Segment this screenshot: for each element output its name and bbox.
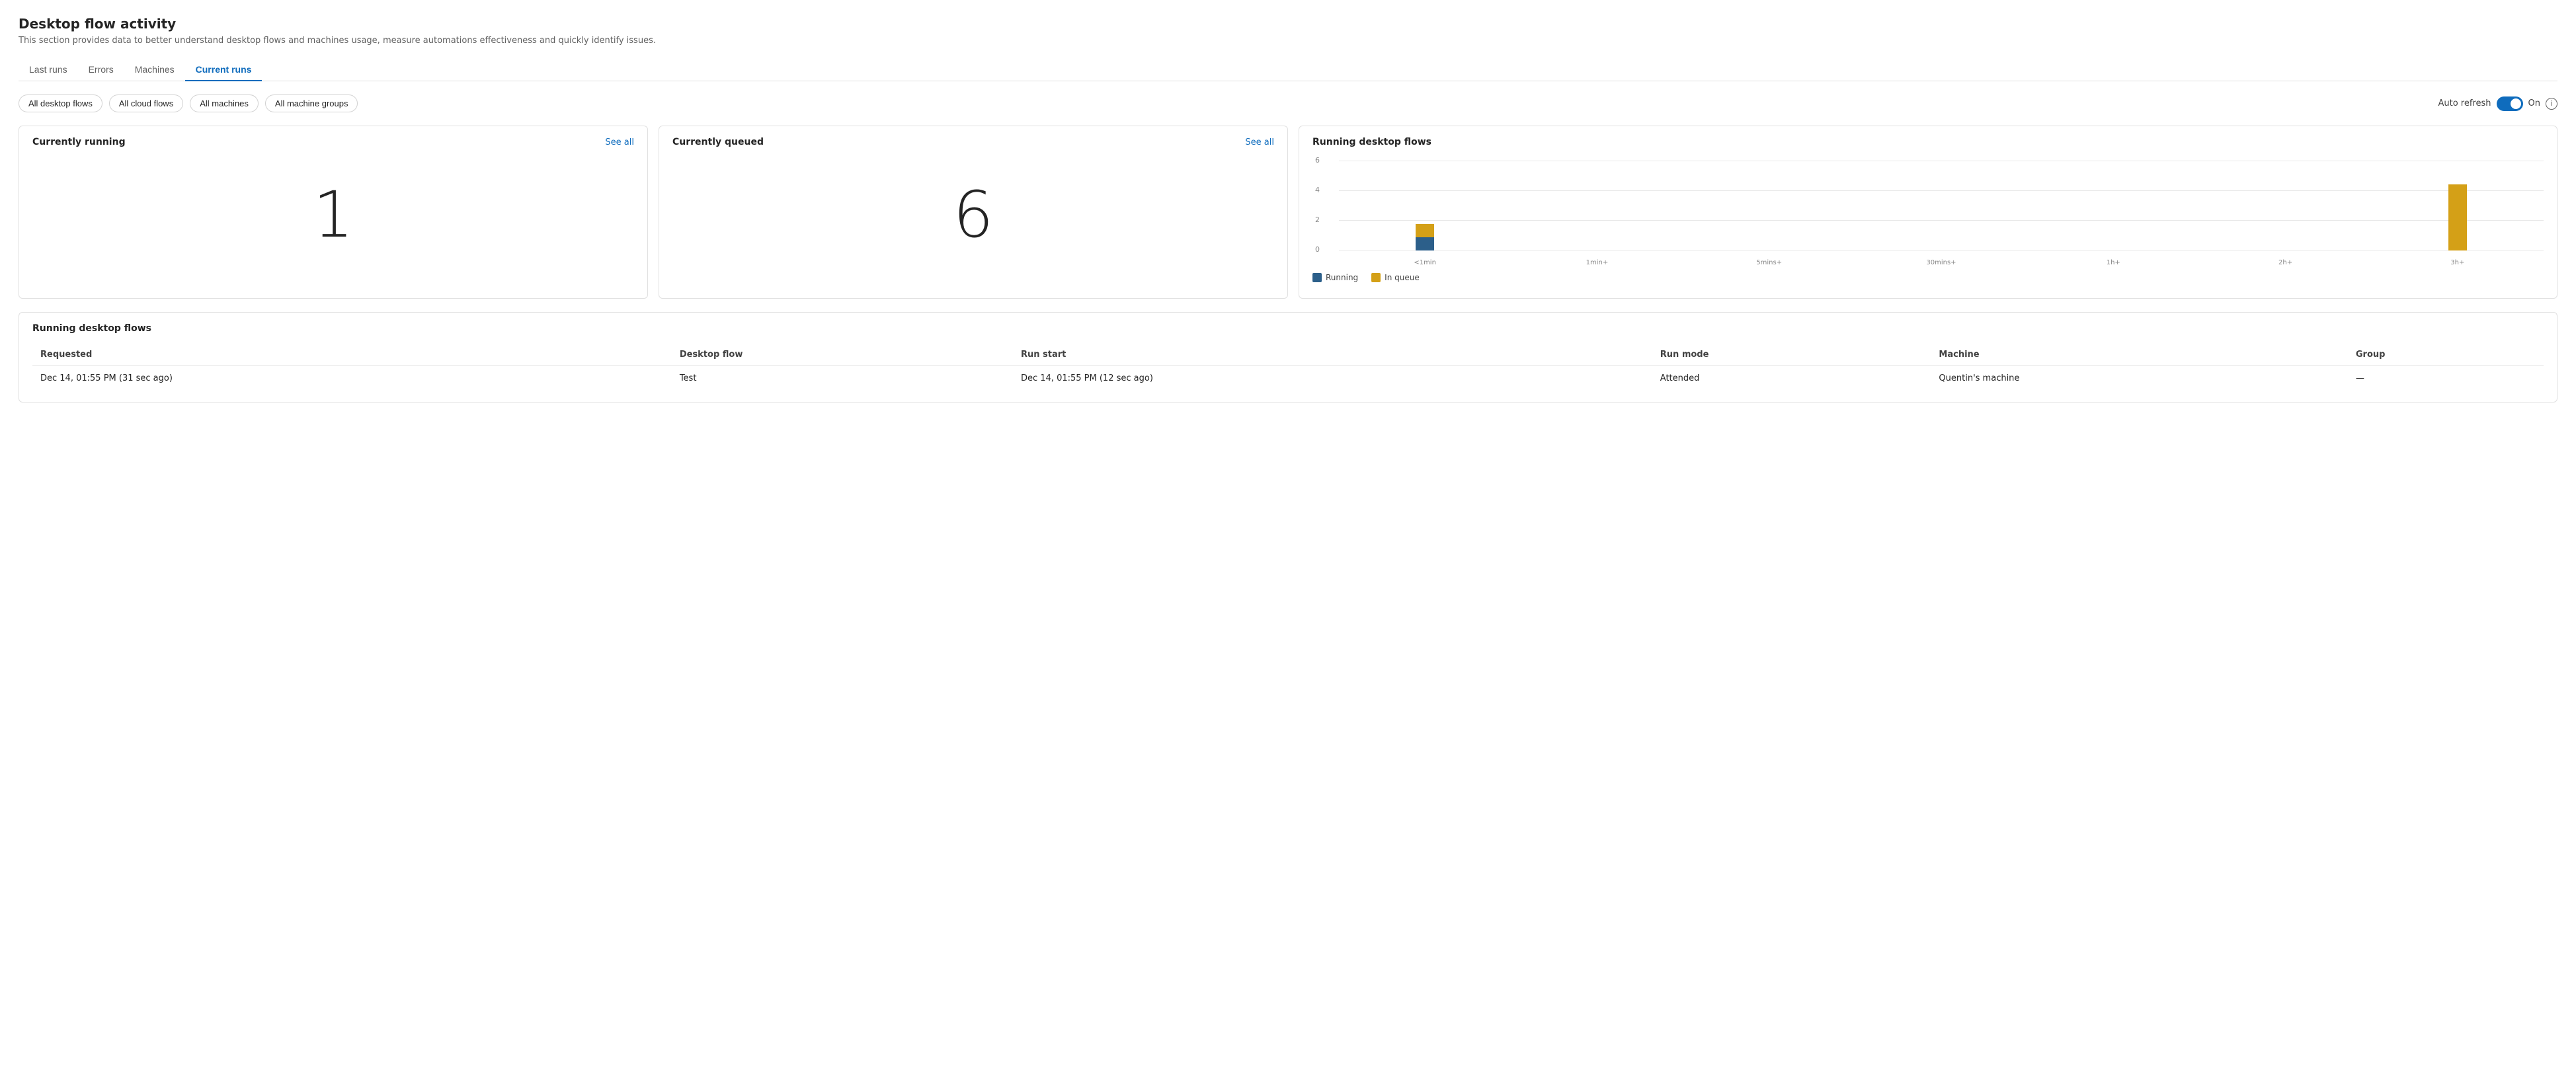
table-section-title: Running desktop flows — [32, 323, 2544, 334]
legend-running-label: Running — [1326, 273, 1358, 282]
tab-last-runs[interactable]: Last runs — [19, 59, 78, 81]
x-label-0: <1min — [1339, 259, 1511, 266]
bar-queue-6 — [2448, 184, 2467, 250]
y-label-4: 4 — [1315, 186, 1320, 194]
filter-all-machines[interactable]: All machines — [190, 95, 259, 112]
bar-group-3 — [1855, 161, 2027, 250]
x-label-2: 5mins+ — [1683, 259, 1855, 266]
chart-legend: Running In queue — [1312, 273, 2544, 282]
page-subtitle: This section provides data to better und… — [19, 36, 2557, 46]
table-header-row: Requested Desktop flow Run start Run mod… — [32, 344, 2544, 365]
currently-queued-header: Currently queued See all — [672, 137, 1274, 147]
col-run-start: Run start — [1013, 344, 1652, 365]
col-desktop-flow: Desktop flow — [672, 344, 1013, 365]
currently-queued-title: Currently queued — [672, 137, 764, 147]
filter-all-desktop-flows[interactable]: All desktop flows — [19, 95, 102, 112]
data-table: Requested Desktop flow Run start Run mod… — [32, 344, 2544, 391]
currently-queued-count: 6 — [672, 155, 1274, 274]
table-row: Dec 14, 01:55 PM (31 sec ago) Test Dec 1… — [32, 365, 2544, 392]
legend-running: Running — [1312, 273, 1358, 282]
main-page: Desktop flow activity This section provi… — [0, 0, 2576, 1072]
auto-refresh-status: On — [2528, 98, 2540, 108]
x-labels: <1min 1min+ 5mins+ 30mins+ 1h+ 2h+ 3h+ — [1339, 259, 2544, 266]
legend-running-dot — [1312, 273, 1322, 282]
currently-running-card: Currently running See all 1 — [19, 126, 648, 299]
tab-errors[interactable]: Errors — [78, 59, 124, 81]
auto-refresh-info-icon[interactable]: i — [2546, 98, 2557, 110]
bar-group-5 — [2199, 161, 2371, 250]
cell-requested: Dec 14, 01:55 PM (31 sec ago) — [32, 365, 672, 392]
tabs-bar: Last runs Errors Machines Current runs — [19, 59, 2557, 81]
currently-queued-card: Currently queued See all 6 — [659, 126, 1288, 299]
auto-refresh-label: Auto refresh — [2438, 98, 2491, 108]
filter-all-cloud-flows[interactable]: All cloud flows — [109, 95, 183, 112]
cell-run-start: Dec 14, 01:55 PM (12 sec ago) — [1013, 365, 1652, 392]
cell-group: — — [2348, 365, 2544, 392]
table-section: Running desktop flows Requested Desktop … — [19, 312, 2557, 402]
col-group: Group — [2348, 344, 2544, 365]
page-title: Desktop flow activity — [19, 16, 2557, 32]
bar-stack-6 — [2448, 184, 2467, 250]
legend-queue: In queue — [1371, 273, 1420, 282]
tab-machines[interactable]: Machines — [124, 59, 185, 81]
currently-queued-see-all[interactable]: See all — [1245, 137, 1274, 147]
bar-group-1 — [1511, 161, 1683, 250]
y-label-0: 0 — [1315, 245, 1320, 254]
bar-running-0 — [1416, 237, 1434, 250]
cell-run-mode: Attended — [1652, 365, 1931, 392]
x-label-1: 1min+ — [1511, 259, 1683, 266]
x-label-5: 2h+ — [2199, 259, 2371, 266]
currently-running-see-all[interactable]: See all — [605, 137, 634, 147]
y-label-2: 2 — [1315, 215, 1320, 224]
bar-queue-0 — [1416, 224, 1434, 237]
col-machine: Machine — [1931, 344, 2347, 365]
chart-container: 6 4 2 0 — [1312, 161, 2544, 266]
filters-row: All desktop flows All cloud flows All ma… — [19, 95, 2557, 112]
x-label-3: 30mins+ — [1855, 259, 2027, 266]
bars-row — [1339, 161, 2544, 250]
chart-title: Running desktop flows — [1312, 137, 1431, 147]
bar-group-6 — [2372, 161, 2544, 250]
auto-refresh-control: Auto refresh On i — [2438, 96, 2557, 111]
table-body: Dec 14, 01:55 PM (31 sec ago) Test Dec 1… — [32, 365, 2544, 392]
auto-refresh-toggle[interactable] — [2497, 96, 2523, 111]
bar-group-4 — [2027, 161, 2199, 250]
x-label-4: 1h+ — [2027, 259, 2199, 266]
bar-group-0 — [1339, 161, 1511, 250]
page-header: Desktop flow activity This section provi… — [19, 16, 2557, 46]
bar-stack-0 — [1416, 224, 1434, 250]
currently-running-count: 1 — [32, 155, 634, 274]
currently-running-title: Currently running — [32, 137, 126, 147]
running-desktop-flows-card: Running desktop flows 6 4 2 0 — [1299, 126, 2557, 299]
bar-group-2 — [1683, 161, 1855, 250]
cell-desktop-flow: Test — [672, 365, 1013, 392]
col-requested: Requested — [32, 344, 672, 365]
chart-header: Running desktop flows — [1312, 137, 2544, 147]
legend-queue-dot — [1371, 273, 1381, 282]
table-head: Requested Desktop flow Run start Run mod… — [32, 344, 2544, 365]
chart-area: 6 4 2 0 — [1312, 155, 2544, 287]
cell-machine: Quentin's machine — [1931, 365, 2347, 392]
col-run-mode: Run mode — [1652, 344, 1931, 365]
filter-all-machine-groups[interactable]: All machine groups — [265, 95, 358, 112]
legend-queue-label: In queue — [1385, 273, 1420, 282]
currently-running-header: Currently running See all — [32, 137, 634, 147]
x-label-6: 3h+ — [2372, 259, 2544, 266]
y-label-6: 6 — [1315, 156, 1320, 165]
cards-row: Currently running See all 1 Currently qu… — [19, 126, 2557, 299]
tab-current-runs[interactable]: Current runs — [185, 59, 262, 81]
